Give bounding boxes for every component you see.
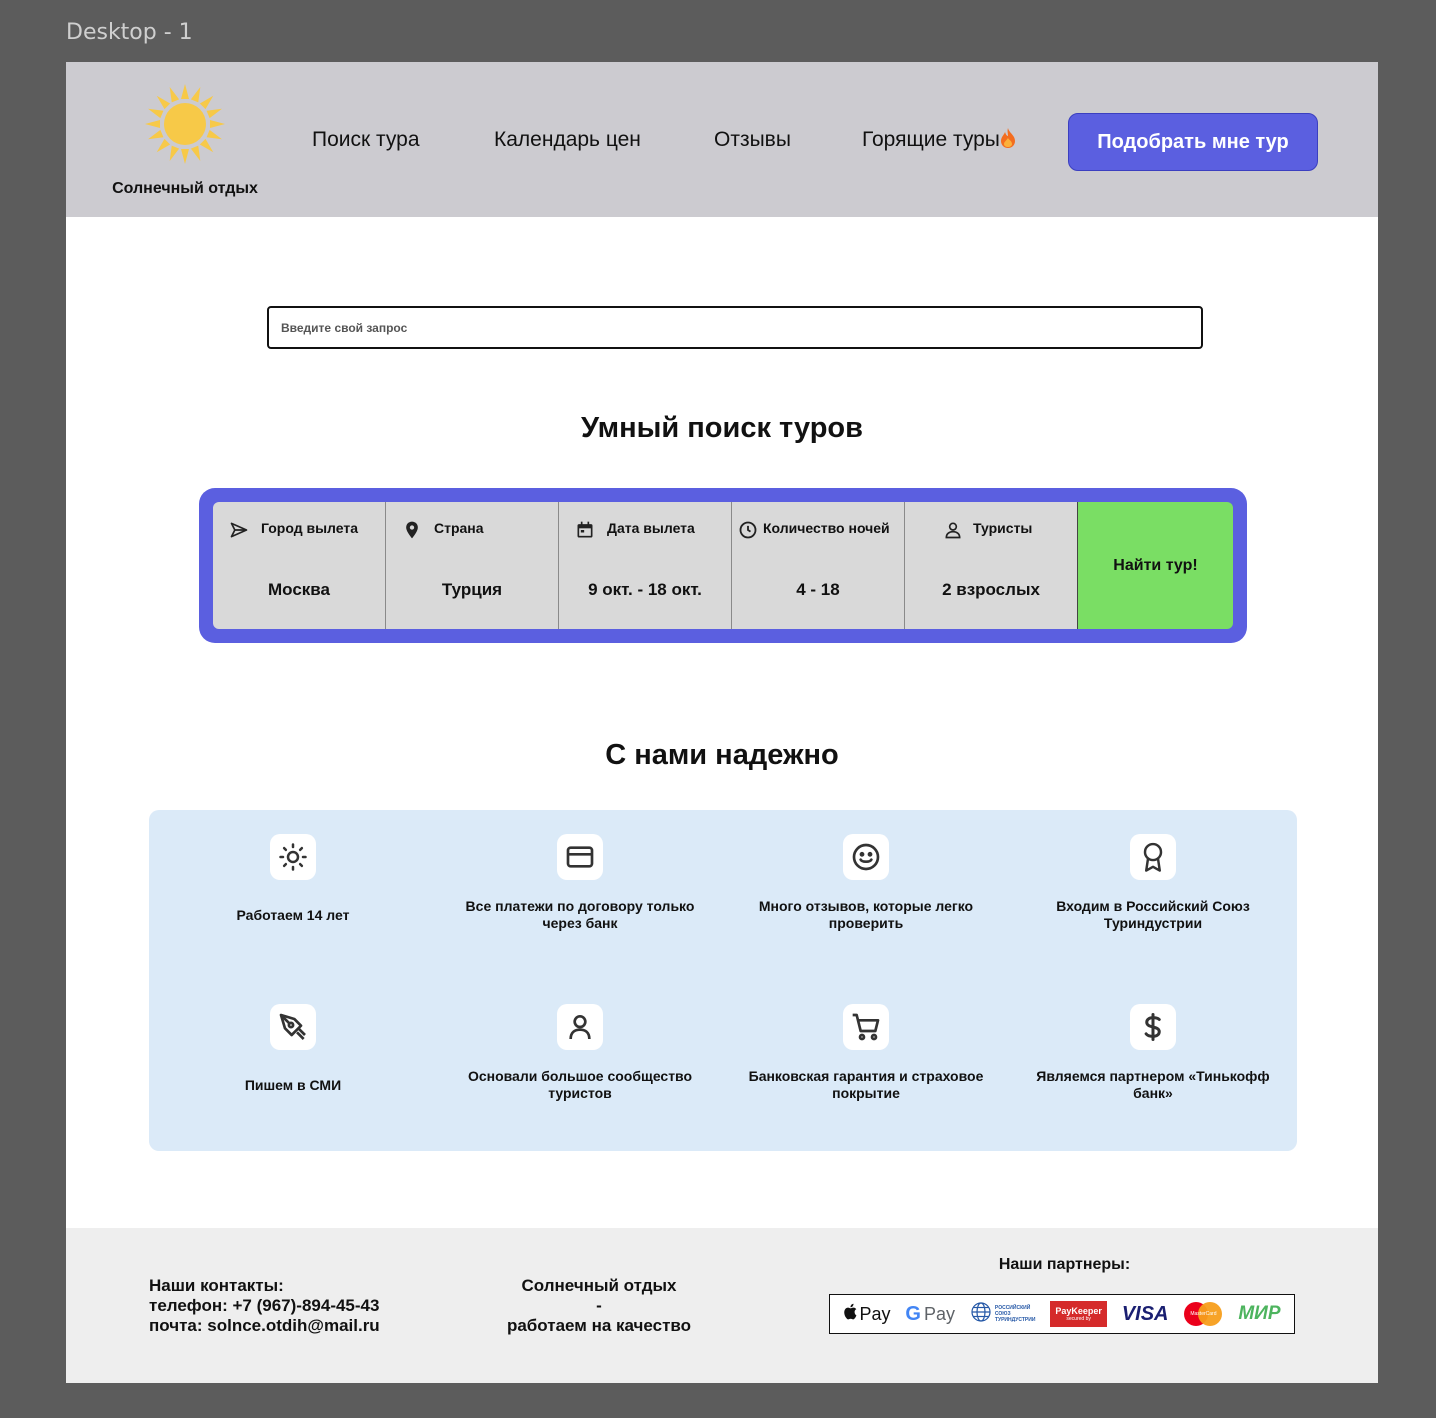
departure-city-value: Москва [268, 580, 330, 599]
partners-title: Наши партнеры: [998, 1256, 1131, 1273]
feature-text: Банковская гарантия и страховое покрытие [748, 1068, 984, 1101]
user-icon [943, 520, 963, 540]
nav-hot-tours[interactable]: Горящие туры [862, 128, 1016, 154]
country-label: Страна [434, 520, 484, 536]
pen-tool-icon [270, 1004, 316, 1050]
rst-logo: РОССИЙСКИЙ СОЮЗ ТУРИНДУСТРИИ [970, 1301, 1036, 1328]
rst-text: РОССИЙСКИЙ СОЮЗ ТУРИНДУСТРИИ [994, 1305, 1036, 1323]
feature-text: Являемся партнером «Тинькофф банк» [1036, 1068, 1270, 1101]
shopping-cart-icon [843, 1004, 889, 1050]
tourists-label: Туристы [973, 520, 1033, 536]
feature-text: Пишем в СМИ [244, 1076, 342, 1093]
credit-card-icon [557, 834, 603, 880]
feature-text: Основали большое сообщество туристов [467, 1068, 693, 1101]
apple-pay-text: Pay [859, 1303, 891, 1324]
feature-item: Все платежи по договору только через бан… [450, 834, 710, 932]
partners-logos: Pay G Pay РОССИЙСКИЙ СОЮЗ ТУРИНДУСТРИИ P… [829, 1294, 1295, 1334]
calendar-icon [575, 520, 595, 540]
smart-search-title: Умный поиск туров [581, 412, 863, 444]
google-pay-text: Pay [923, 1303, 955, 1324]
clock-icon [738, 520, 758, 540]
departure-date-value: 9 окт. - 18 окт. [588, 580, 702, 599]
nav-price-calendar[interactable]: Календарь цен [494, 128, 641, 152]
award-icon [1130, 834, 1176, 880]
google-g-icon: G [905, 1302, 921, 1325]
nav-tour-search[interactable]: Поиск тура [312, 128, 420, 152]
contacts-title: Наши контакты: [149, 1276, 284, 1295]
dollar-icon [1130, 1004, 1176, 1050]
tourists-value: 2 взрослых [942, 580, 1040, 599]
mastercard-logo: MasterCard [1183, 1301, 1223, 1327]
slogan-line-3: работаем на качество [506, 1316, 692, 1335]
nav-hot-tours-label: Горящие туры [862, 128, 1000, 151]
apple-icon [843, 1303, 857, 1325]
nights-field[interactable]: Количество ночей 4 - 18 [732, 502, 905, 629]
fire-icon [1000, 128, 1016, 154]
departure-city-label: Город вылета [261, 520, 359, 536]
nav-reviews[interactable]: Отзывы [714, 128, 791, 152]
pick-tour-button[interactable]: Подобрать мне тур [1068, 113, 1318, 171]
reliability-title: С нами надежно [605, 739, 839, 771]
departure-date-field[interactable]: Дата вылета 9 окт. - 18 окт. [559, 502, 732, 629]
contacts-phone[interactable]: телефон: +7 (967)-894-45-43 [149, 1296, 380, 1316]
logo[interactable]: Солнечный отдых [110, 84, 260, 204]
feature-item: Основали большое сообщество туристов [450, 1004, 710, 1102]
mir-logo: МИР [1238, 1303, 1281, 1324]
slogan-line-1: Солнечный отдых [521, 1276, 677, 1295]
feature-text: Все платежи по договору только через бан… [465, 898, 695, 931]
smart-search-fields: Город вылета Москва Страна Турция Дата в… [213, 502, 1233, 629]
feature-item: Банковская гарантия и страховое покрытие [736, 1004, 996, 1102]
map-pin-icon [402, 520, 422, 540]
slogan-line-2: - [596, 1296, 602, 1315]
globe-icon [970, 1301, 992, 1328]
departure-city-field[interactable]: Город вылета Москва [213, 502, 386, 629]
visa-logo: VISA [1121, 1302, 1169, 1325]
site-footer: Наши контакты: телефон: +7 (967)-894-45-… [66, 1228, 1378, 1383]
nights-label: Количество ночей [763, 520, 890, 536]
feature-item: Являемся партнером «Тинькофф банк» [1023, 1004, 1283, 1102]
features-panel: Работаем 14 лет Все платежи по договору … [149, 810, 1297, 1151]
user-icon [557, 1004, 603, 1050]
apple-pay-logo: Pay [843, 1303, 890, 1325]
nights-value: 4 - 18 [796, 580, 840, 599]
google-pay-logo: G Pay [905, 1303, 955, 1326]
footer-slogan: Солнечный отдых - работаем на качество [484, 1276, 714, 1336]
feature-item: Входим в Российский Союз Туриндустрии [1023, 834, 1283, 932]
frame-label: Desktop - 1 [66, 20, 193, 45]
feature-item: Пишем в СМИ [163, 1004, 423, 1102]
smile-icon [843, 834, 889, 880]
feature-item: Работаем 14 лет [163, 834, 423, 932]
sun-icon [270, 834, 316, 880]
country-field[interactable]: Страна Турция [386, 502, 559, 629]
contacts-email[interactable]: почта: solnce.otdih@mail.ru [149, 1316, 380, 1336]
feature-text: Работаем 14 лет [236, 906, 350, 923]
feature-text: Входим в Российский Союз Туриндустрии [1056, 898, 1250, 931]
sun-logo-icon [145, 84, 225, 164]
send-icon [229, 520, 249, 540]
logo-text: Солнечный отдых [112, 180, 258, 197]
site-header: Солнечный отдых Поиск тура Календарь цен… [66, 62, 1378, 217]
feature-item: Много отзывов, которые легко проверить [736, 834, 996, 932]
country-value: Турция [441, 580, 503, 599]
search-input[interactable] [267, 306, 1203, 349]
find-tour-button[interactable]: Найти тур! [1078, 502, 1233, 629]
feature-text: Много отзывов, которые легко проверить [758, 898, 974, 931]
tourists-field[interactable]: Туристы 2 взрослых [905, 502, 1078, 629]
departure-date-label: Дата вылета [607, 520, 695, 536]
smart-search-panel: Город вылета Москва Страна Турция Дата в… [199, 488, 1247, 643]
page-canvas: Солнечный отдых Поиск тура Календарь цен… [66, 62, 1378, 1383]
paykeeper-logo: PayKeeper secured by [1050, 1301, 1107, 1327]
contacts-block: Наши контакты: телефон: +7 (967)-894-45-… [149, 1276, 380, 1336]
